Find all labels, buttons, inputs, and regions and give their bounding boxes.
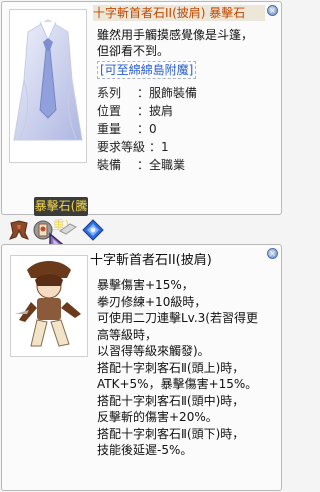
description-line: 雖然用手觸摸感覺像是斗篷， [97,28,254,42]
property-row: 系列 ：服飾裝備 [97,84,272,102]
item-tooltip-window: 十字斬首者石II(披肩) 暴擊石 × 雖然用手觸摸感覺像是斗篷， 但卻看不到。 … [1,1,282,215]
item-properties: 系列：服飾裝備 位置：披肩 重量： 0 要求等級： 1 裝備：全職業 [97,84,272,174]
card-slot-strip [0,216,283,244]
property-value: 0 [149,122,157,136]
card-illustration [10,255,88,357]
property-row: 裝備 ：全職業 [97,156,272,174]
card-slot-label[interactable]: 暴擊石(騰重) [34,197,88,232]
property-colon: ： [137,158,150,172]
property-colon: ： [137,86,150,100]
item-title: 十字斬首者石II(披肩) 暴擊石 [93,5,265,21]
property-row: 位置 ：披肩 [97,102,272,120]
close-icon[interactable]: × [267,5,278,16]
property-value: 披肩 [149,104,174,118]
description-line: 但卻看不到。 [97,44,170,58]
property-value: 服飾裝備 [149,86,198,100]
description-line: 高等級時， [97,327,158,342]
property-value: 全職業 [149,158,186,172]
property-row: 要求等級： 1 [97,138,272,156]
card-title: 十字斬首者石II(披肩) [90,253,212,268]
description-line: 搭配十字刺客石Ⅱ(頭下)時， [97,426,245,441]
item-description: 雖然用手觸摸感覺像是斗篷， 但卻看不到。 [可至綿綿島附魔] [97,27,272,79]
description-line: 技能後延遲-5%。 [97,443,193,457]
property-key: 重量 [97,122,122,136]
card-tooltip-window: 十字斬首者石II(披肩) × 暴擊傷害+15%， 拳刃修練+10級時， 可使用二… [1,244,282,491]
description-line: 以習得等級來觸發)。 [97,344,210,358]
property-colon: ： [137,104,150,118]
property-key: 要求等級 [97,140,146,154]
property-colon: ： [149,140,162,154]
card-description: 暴擊傷害+15%， 拳刃修練+10級時， 可使用二刀連擊Lv.3(若習得更 高等… [97,277,283,459]
description-line: 搭配十字刺客石Ⅱ(頭中)時， [97,393,245,408]
blue-gem-icon[interactable] [82,219,104,241]
property-key: 裝備 [97,158,122,172]
description-line: 拳刃修練+10級時， [97,294,207,309]
description-line: ATK+5%，暴擊傷害+15%。 [97,377,258,391]
description-line: 暴擊傷害+15%， [97,278,194,292]
description-line: 搭配十字刺客石Ⅱ(頭上)時， [97,360,245,375]
property-key: 系列 [97,86,122,100]
enchant-link[interactable]: [可至綿綿島附魔] [97,61,197,79]
property-key: 位置 [97,104,122,118]
close-icon[interactable]: × [267,248,278,259]
scarf-icon[interactable] [8,219,30,241]
property-row: 重量 ： 0 [97,120,272,138]
item-illustration [9,9,87,163]
property-value: 1 [161,140,169,154]
description-line: 可使用二刀連擊Lv.3(若習得更 [97,311,258,325]
property-colon: ： [137,122,150,136]
description-line: 反擊斬的傷害+20%。 [97,410,218,424]
